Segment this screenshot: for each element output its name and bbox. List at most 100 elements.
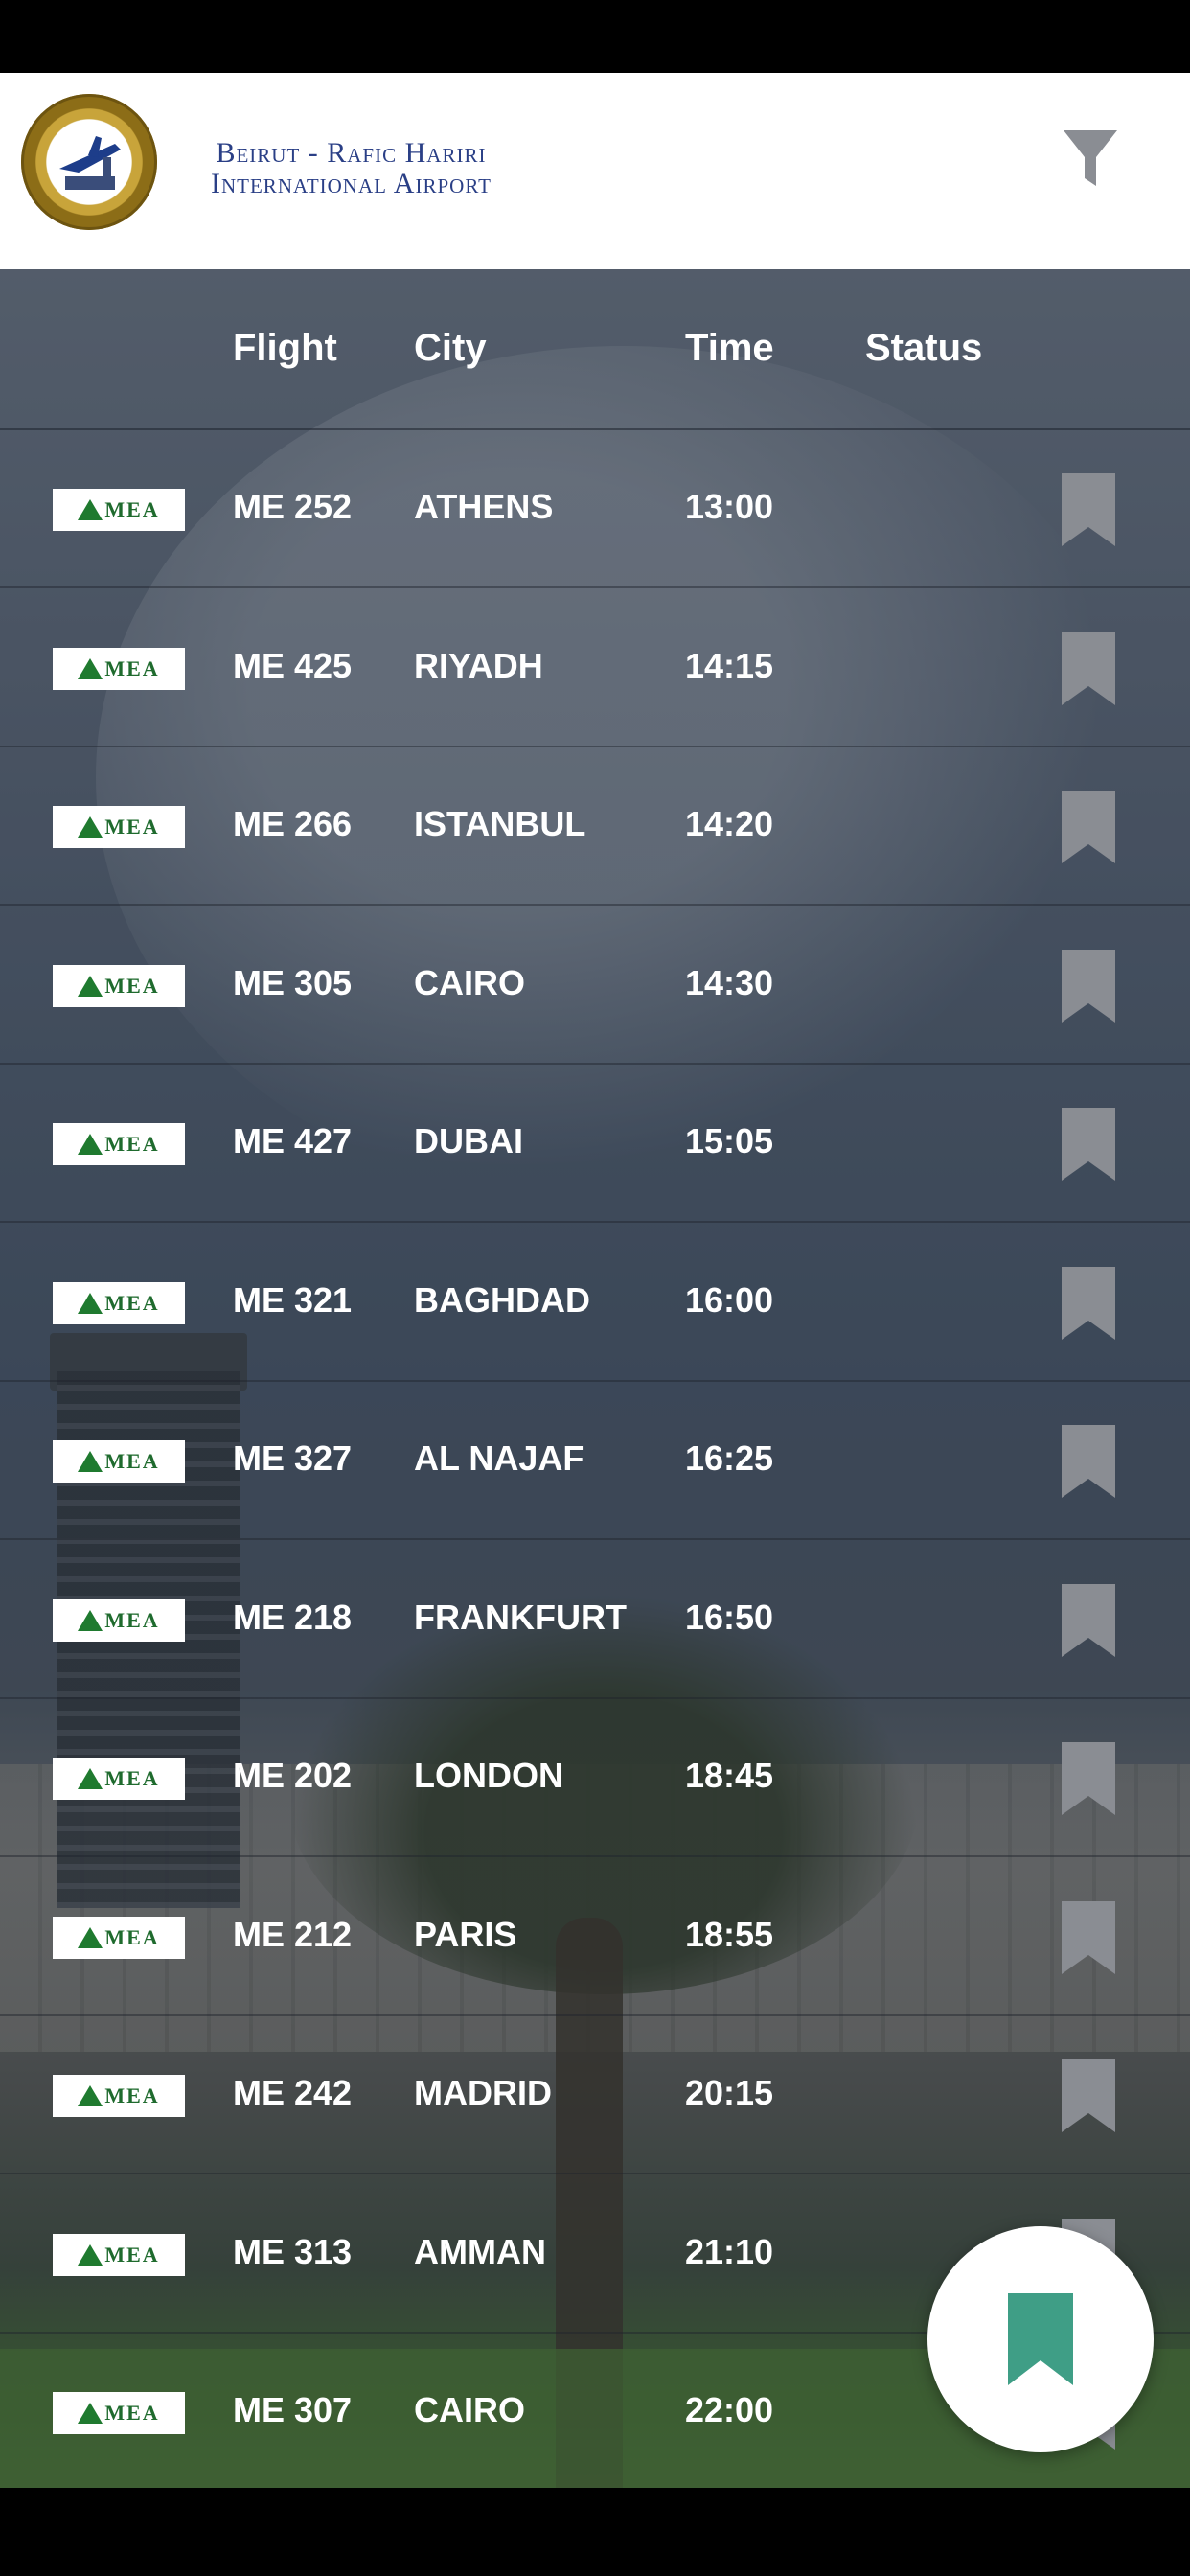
column-header-time[interactable]: Time bbox=[685, 325, 774, 371]
airline-code: MEA bbox=[104, 1132, 160, 1156]
flight-row[interactable]: MEA ME 242 MADRID 20:15 bbox=[0, 2016, 1190, 2174]
flight-number: ME 252 bbox=[233, 487, 353, 526]
cedar-icon bbox=[78, 1609, 103, 1631]
flight-number: ME 327 bbox=[233, 1438, 353, 1478]
bookmark-icon[interactable] bbox=[1062, 1266, 1115, 1340]
flight-city: RIYADH bbox=[414, 645, 543, 685]
cedar-icon bbox=[78, 1926, 103, 1948]
cedar-icon bbox=[78, 975, 103, 997]
airline-code: MEA bbox=[104, 815, 160, 839]
airline-code: MEA bbox=[104, 1924, 160, 1949]
airline-logo: MEA bbox=[53, 1916, 185, 1959]
cedar-icon bbox=[78, 1134, 103, 1155]
airline-code: MEA bbox=[104, 497, 160, 521]
column-header-flight[interactable]: Flight bbox=[233, 325, 337, 371]
bookmark-icon[interactable] bbox=[1062, 1583, 1115, 1657]
airline-logo: MEA bbox=[53, 2233, 185, 2276]
airline-logo: MEA bbox=[53, 1598, 185, 1642]
flight-city: ISTANBUL bbox=[414, 804, 586, 843]
flight-number: ME 202 bbox=[233, 1756, 353, 1795]
airline-code: MEA bbox=[104, 1766, 160, 1790]
flight-number: ME 313 bbox=[233, 2231, 353, 2271]
airline-logo: MEA bbox=[53, 1123, 185, 1165]
column-header-status[interactable]: Status bbox=[865, 325, 982, 371]
airport-name-line1: Beirut - Rafic Hariri bbox=[216, 137, 487, 169]
flight-row[interactable]: MEA ME 427 DUBAI 15:05 bbox=[0, 1065, 1190, 1223]
flight-city: MADRID bbox=[414, 2073, 552, 2112]
flight-time: 18:55 bbox=[685, 1914, 774, 1954]
flight-number: ME 266 bbox=[233, 804, 353, 843]
flight-row[interactable]: MEA ME 218 FRANKFURT 16:50 bbox=[0, 1541, 1190, 1699]
airline-logo: MEA bbox=[53, 964, 185, 1007]
bookmark-icon[interactable] bbox=[1062, 949, 1115, 1023]
bookmark-icon[interactable] bbox=[1062, 1742, 1115, 1815]
airline-code: MEA bbox=[104, 1607, 160, 1632]
flight-city: AL NAJAF bbox=[414, 1438, 584, 1478]
flight-row[interactable]: MEA ME 202 LONDON 18:45 bbox=[0, 1699, 1190, 1857]
app-header: Beirut - Rafic Hariri International Airp… bbox=[0, 73, 1190, 269]
airline-code: MEA bbox=[104, 1449, 160, 1473]
status-bar bbox=[0, 0, 1190, 73]
flight-number: ME 427 bbox=[233, 1121, 353, 1161]
bookmark-icon[interactable] bbox=[1062, 2059, 1115, 2132]
flight-row[interactable]: MEA ME 252 ATHENS 13:00 bbox=[0, 430, 1190, 588]
flight-city: ATHENS bbox=[414, 487, 554, 526]
flight-row[interactable]: MEA ME 266 ISTANBUL 14:20 bbox=[0, 748, 1190, 906]
airport-name: Beirut - Rafic Hariri International Airp… bbox=[211, 138, 492, 199]
airline-logo: MEA bbox=[53, 1758, 185, 1800]
cedar-icon bbox=[78, 2243, 103, 2266]
flight-city: CAIRO bbox=[414, 962, 525, 1002]
column-header-city[interactable]: City bbox=[414, 325, 487, 371]
airline-logo: MEA bbox=[53, 1440, 185, 1483]
cedar-icon bbox=[78, 1768, 103, 1789]
flight-row[interactable]: MEA ME 212 PARIS 18:55 bbox=[0, 1858, 1190, 2016]
flight-row[interactable]: MEA ME 327 AL NAJAF 16:25 bbox=[0, 1382, 1190, 1540]
flight-number: ME 305 bbox=[233, 962, 353, 1002]
cedar-icon bbox=[78, 1451, 103, 1472]
flight-city: FRANKFURT bbox=[414, 1597, 627, 1637]
flight-city: DUBAI bbox=[414, 1121, 523, 1161]
airline-logo: MEA bbox=[53, 647, 185, 690]
flight-number: ME 242 bbox=[233, 2073, 353, 2112]
flight-time: 16:00 bbox=[685, 1279, 774, 1320]
flight-time: 14:20 bbox=[685, 804, 774, 843]
flight-city: BAGHDAD bbox=[414, 1279, 590, 1320]
flight-city: AMMAN bbox=[414, 2231, 546, 2271]
bookmark-icon[interactable] bbox=[1062, 473, 1115, 546]
flight-time: 14:15 bbox=[685, 645, 774, 685]
flight-row[interactable]: MEA ME 321 BAGHDAD 16:00 bbox=[0, 1224, 1190, 1382]
airline-logo: MEA bbox=[53, 1281, 185, 1324]
airline-logo: MEA bbox=[53, 489, 185, 531]
flight-number: ME 218 bbox=[233, 1597, 353, 1637]
airline-code: MEA bbox=[104, 2242, 160, 2266]
cedar-icon bbox=[78, 1292, 103, 1314]
system-nav-bar bbox=[0, 2488, 1190, 2576]
flight-row[interactable]: MEA ME 425 RIYADH 14:15 bbox=[0, 589, 1190, 748]
cedar-icon bbox=[78, 2085, 103, 2106]
bookmark-icon[interactable] bbox=[1062, 1108, 1115, 1181]
flight-time: 15:05 bbox=[685, 1121, 774, 1161]
airline-code: MEA bbox=[104, 1290, 160, 1315]
airline-logo: MEA bbox=[53, 806, 185, 848]
bookmark-icon[interactable] bbox=[1062, 1425, 1115, 1498]
cedar-icon bbox=[78, 499, 103, 520]
bookmark-icon[interactable] bbox=[1062, 632, 1115, 705]
airline-code: MEA bbox=[104, 2083, 160, 2107]
flight-time: 22:00 bbox=[685, 2390, 774, 2429]
flight-time: 16:50 bbox=[685, 1597, 774, 1637]
cedar-icon bbox=[78, 2403, 103, 2424]
flight-number: ME 321 bbox=[233, 1279, 353, 1320]
bookmark-icon bbox=[1008, 2293, 1073, 2385]
flight-row[interactable]: MEA ME 305 CAIRO 14:30 bbox=[0, 907, 1190, 1065]
airline-logo: MEA bbox=[53, 2392, 185, 2434]
saved-flights-button[interactable] bbox=[927, 2226, 1154, 2452]
flight-time: 14:30 bbox=[685, 962, 774, 1002]
bookmark-icon[interactable] bbox=[1062, 791, 1115, 863]
bookmark-icon[interactable] bbox=[1062, 1900, 1115, 1974]
flight-time: 18:45 bbox=[685, 1756, 774, 1795]
flight-number: ME 212 bbox=[233, 1914, 353, 1954]
airline-code: MEA bbox=[104, 2401, 160, 2425]
flight-time: 20:15 bbox=[685, 2073, 774, 2112]
filter-icon[interactable] bbox=[1062, 126, 1119, 194]
airline-logo: MEA bbox=[53, 2075, 185, 2117]
